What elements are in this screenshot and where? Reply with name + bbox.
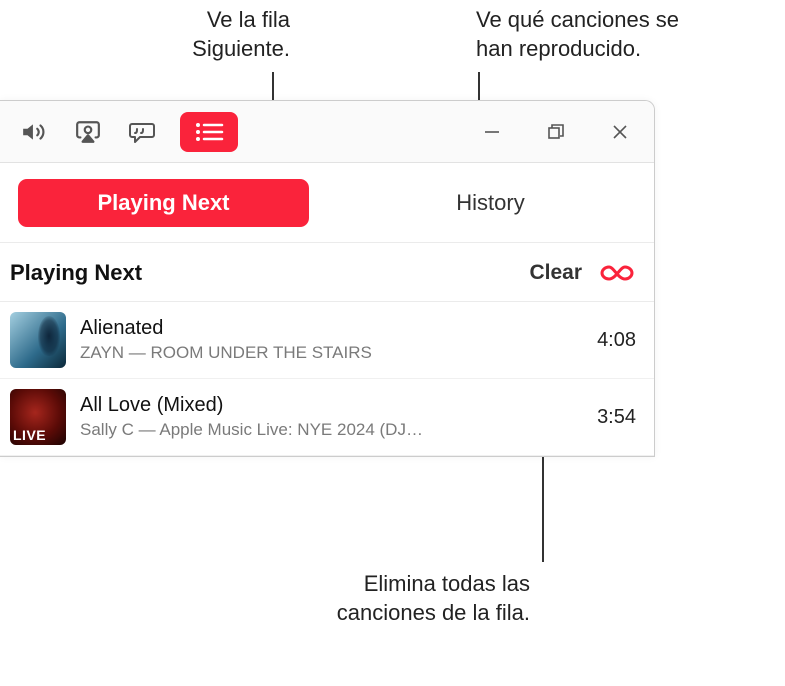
autoplay-infinity-button[interactable] bbox=[600, 259, 634, 287]
track-row[interactable]: All Love (Mixed) Sally C — Apple Music L… bbox=[0, 379, 654, 456]
close-button[interactable] bbox=[610, 122, 630, 142]
callout-queue: Ve la fila Siguiente. bbox=[104, 6, 290, 63]
track-info: Alienated ZAYN — ROOM UNDER THE STAIRS bbox=[80, 317, 583, 363]
track-row[interactable]: Alienated ZAYN — ROOM UNDER THE STAIRS 4… bbox=[0, 302, 654, 379]
music-queue-panel: Playing Next History Playing Next Clear … bbox=[0, 100, 655, 457]
section-title: Playing Next bbox=[10, 260, 142, 286]
lyrics-icon[interactable] bbox=[126, 116, 158, 148]
track-subtitle: ZAYN — ROOM UNDER THE STAIRS bbox=[80, 343, 583, 363]
track-duration: 3:54 bbox=[597, 406, 636, 429]
tab-playing-next-label: Playing Next bbox=[18, 179, 309, 227]
callout-clear: Elimina todas las canciones de la fila. bbox=[300, 570, 530, 627]
section-actions: Clear bbox=[529, 259, 634, 287]
titlebar bbox=[0, 101, 654, 163]
tab-history[interactable]: History bbox=[327, 163, 654, 242]
track-duration: 4:08 bbox=[597, 329, 636, 352]
track-title: Alienated bbox=[80, 317, 583, 340]
maximize-button[interactable] bbox=[546, 122, 566, 142]
playing-next-toggle-button[interactable] bbox=[180, 112, 238, 152]
clear-button[interactable]: Clear bbox=[529, 261, 582, 285]
queue-tabs: Playing Next History bbox=[0, 163, 654, 243]
window-controls bbox=[482, 122, 636, 142]
callout-history: Ve qué canciones se han reproducido. bbox=[476, 6, 706, 63]
track-info: All Love (Mixed) Sally C — Apple Music L… bbox=[80, 394, 583, 440]
track-subtitle: Sally C — Apple Music Live: NYE 2024 (DJ… bbox=[80, 420, 583, 440]
volume-icon[interactable] bbox=[18, 116, 50, 148]
tab-history-label: History bbox=[456, 190, 524, 216]
album-artwork bbox=[10, 389, 66, 445]
titlebar-left bbox=[18, 112, 238, 152]
airplay-icon[interactable] bbox=[72, 116, 104, 148]
tab-playing-next[interactable]: Playing Next bbox=[0, 163, 327, 242]
playing-next-header: Playing Next Clear bbox=[0, 243, 654, 302]
minimize-button[interactable] bbox=[482, 122, 502, 142]
album-artwork bbox=[10, 312, 66, 368]
track-title: All Love (Mixed) bbox=[80, 394, 583, 417]
